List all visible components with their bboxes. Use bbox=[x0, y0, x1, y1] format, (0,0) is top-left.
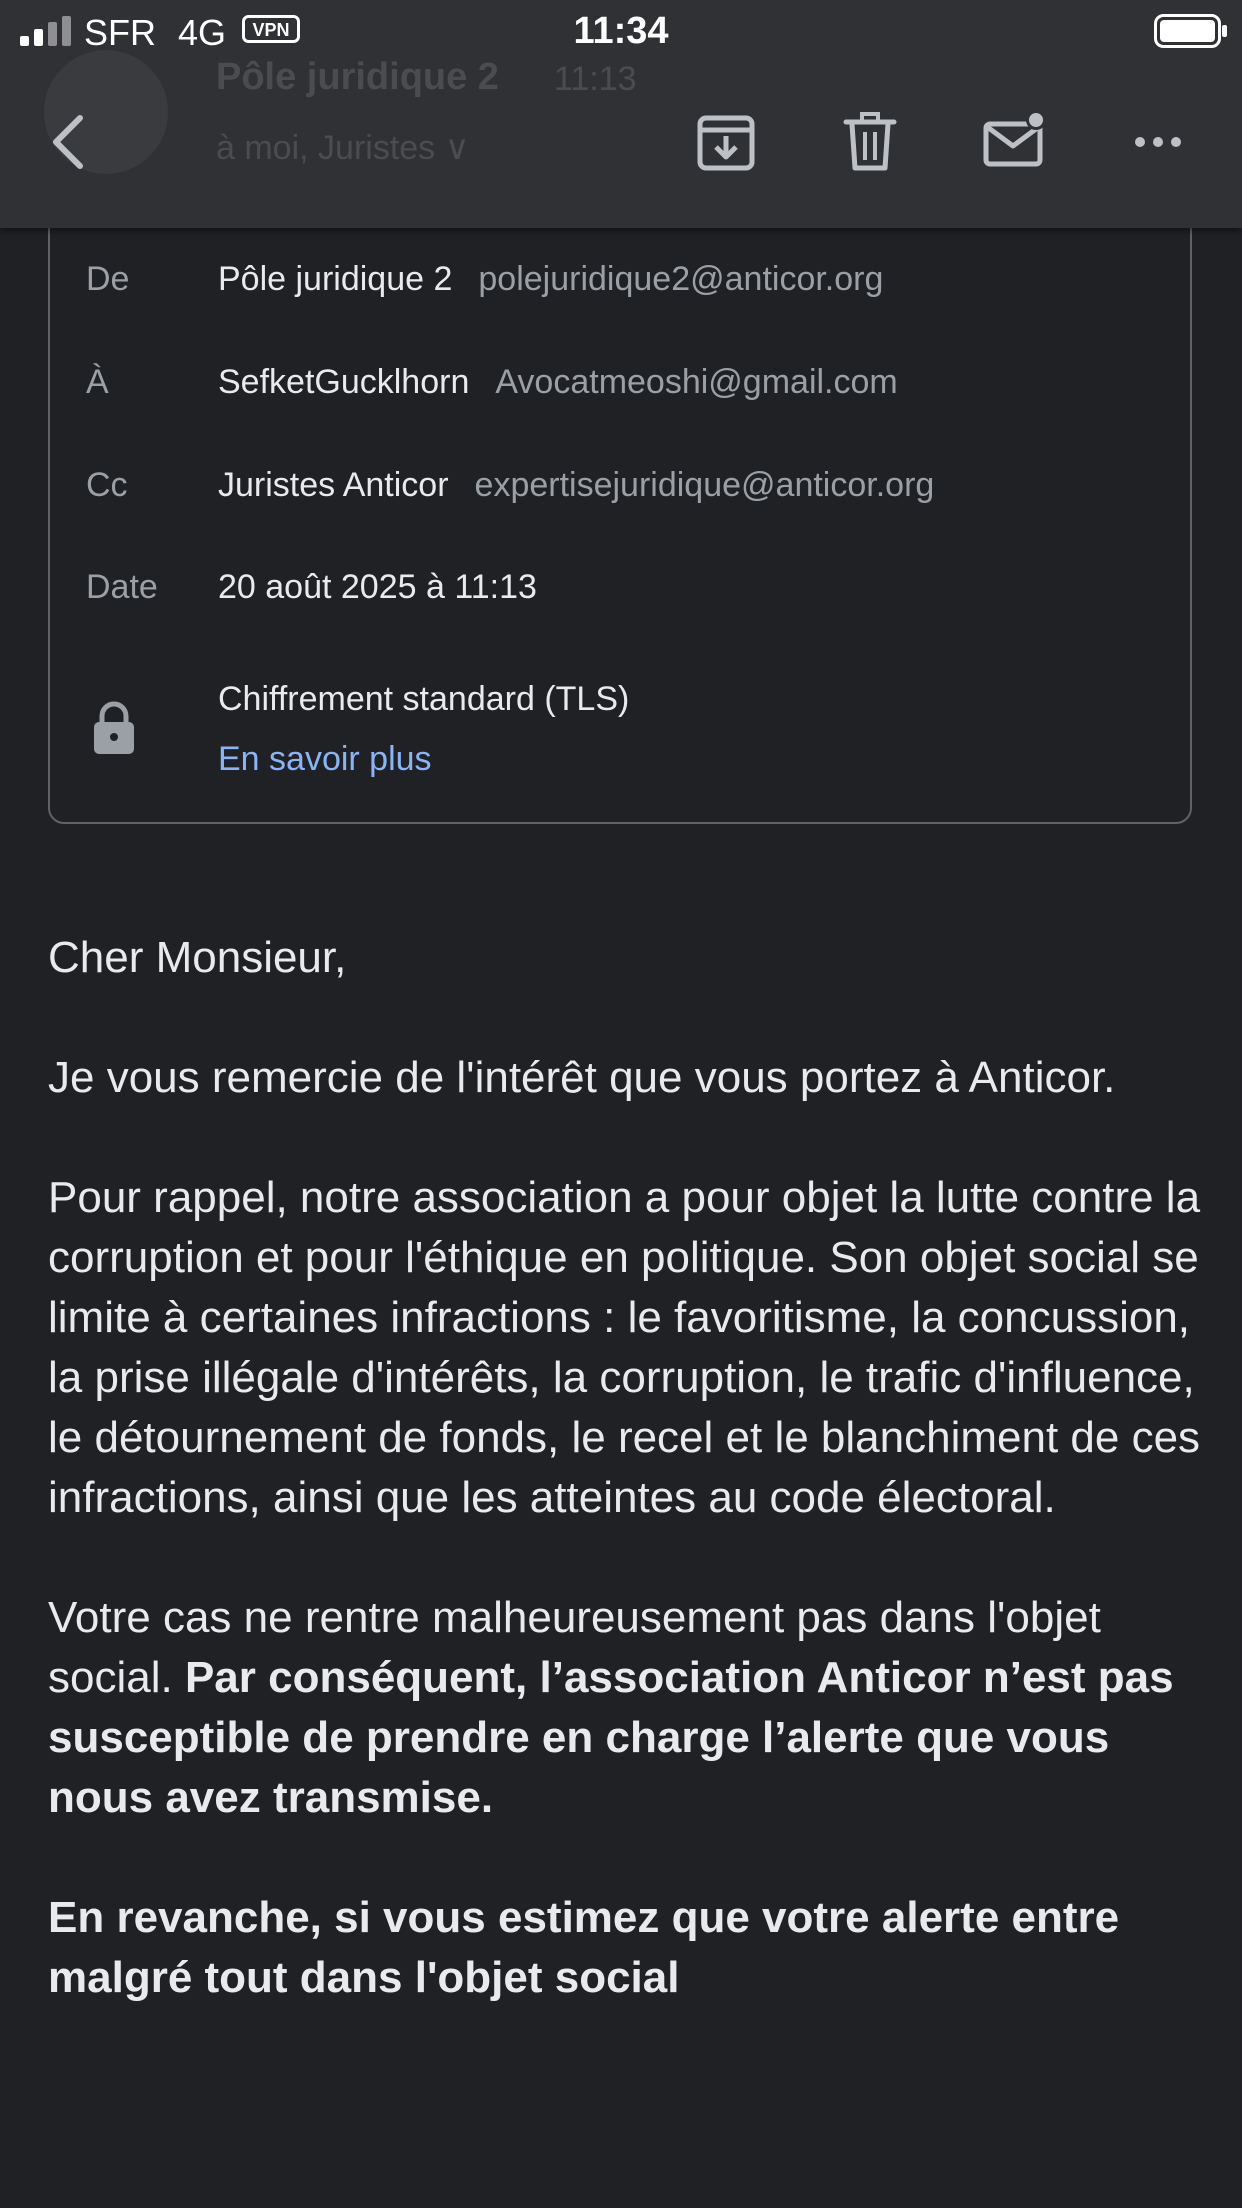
header-time: 11:13 bbox=[554, 60, 637, 98]
details-from-row: De Pôle juridique 2 polejuridique2@antico… bbox=[50, 260, 1190, 310]
details-date-row: Date 20 août 2025 à 11:13 bbox=[50, 568, 1190, 618]
encryption-status: Chiffrement standard (TLS) bbox=[218, 680, 630, 718]
more-icon bbox=[1135, 137, 1181, 147]
paragraph-3: Votre cas ne rentre malheureusement pas … bbox=[48, 1588, 1208, 1828]
delete-button[interactable] bbox=[834, 106, 906, 178]
header-sender-name: Pôle juridique 2 bbox=[216, 56, 499, 98]
lock-icon bbox=[94, 701, 134, 754]
trash-icon bbox=[843, 112, 897, 171]
status-bar: SFR 4G VPN 11:34 bbox=[0, 0, 1242, 60]
paragraph-1: Je vous remercie de l'intérêt que vous p… bbox=[48, 1053, 1116, 1102]
back-button[interactable] bbox=[38, 106, 110, 178]
date-label: Date bbox=[86, 568, 158, 606]
message-details-card: De Pôle juridique 2 polejuridique2@antico… bbox=[48, 212, 1192, 824]
to-label: À bbox=[86, 363, 109, 401]
learn-more-link[interactable]: En savoir plus bbox=[218, 740, 432, 779]
paragraph-3-bold: Par conséquent, l’association Anticor n’… bbox=[48, 1653, 1174, 1822]
battery-icon bbox=[1154, 14, 1227, 48]
header-recipients[interactable]: à moi, Juristes ∨ bbox=[216, 128, 470, 168]
date-value: 20 août 2025 à 11:13 bbox=[218, 568, 537, 606]
from-email[interactable]: polejuridique2@anticor.org bbox=[478, 260, 883, 298]
more-options-button[interactable] bbox=[1122, 106, 1194, 178]
mark-unread-button[interactable] bbox=[978, 106, 1050, 178]
paragraph-4: En revanche, si vous estimez que votre a… bbox=[48, 1888, 1208, 2008]
top-app-bar: SFR 4G VPN 11:34 Pôle juridique 2 11:13 … bbox=[0, 0, 1242, 228]
details-to-row: À SefketGucklhorn Avocatmeoshi@gmail.com bbox=[50, 363, 1190, 413]
details-cc-row: Cc Juristes Anticor expertisejuridique@an… bbox=[50, 466, 1190, 516]
mail-unread-icon bbox=[983, 110, 1046, 167]
cc-email[interactable]: expertisejuridique@anticor.org bbox=[475, 466, 935, 504]
from-name: Pôle juridique 2 bbox=[218, 260, 453, 298]
cc-label: Cc bbox=[86, 466, 128, 504]
status-time: 11:34 bbox=[573, 10, 669, 52]
archive-button[interactable] bbox=[690, 106, 762, 178]
message-body: Cher Monsieur, Je vous remercie de l'int… bbox=[48, 928, 1208, 2068]
paragraph-2: Pour rappel, notre association a pour ob… bbox=[48, 1173, 1201, 1522]
cc-name: Juristes Anticor bbox=[218, 466, 449, 504]
greeting: Cher Monsieur, bbox=[48, 933, 347, 982]
to-value: SefketGucklhorn Avocatmeoshi@gmail.com bbox=[218, 363, 898, 402]
to-name: SefketGucklhorn bbox=[218, 363, 470, 401]
from-value: Pôle juridique 2 polejuridique2@anticor.o… bbox=[218, 260, 883, 299]
paragraph-4-bold: En revanche, si vous estimez que votre a… bbox=[48, 1893, 1120, 2002]
cc-value: Juristes Anticor expertisejuridique@antic… bbox=[218, 466, 934, 505]
to-email[interactable]: Avocatmeoshi@gmail.com bbox=[495, 363, 897, 401]
from-label: De bbox=[86, 260, 130, 298]
archive-icon bbox=[697, 115, 755, 171]
back-icon bbox=[53, 115, 83, 169]
